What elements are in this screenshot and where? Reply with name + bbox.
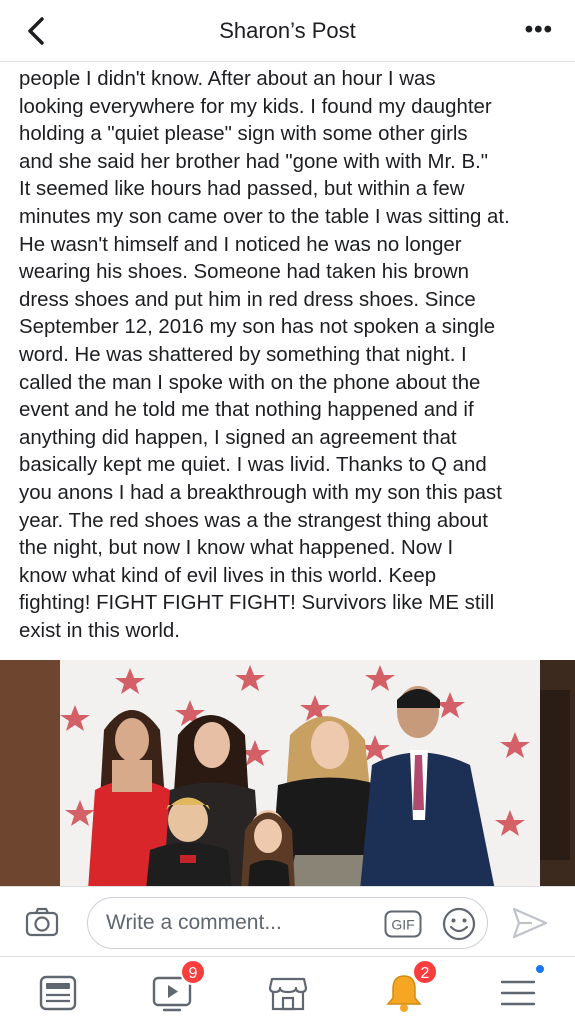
gif-icon[interactable]: GIF	[384, 910, 422, 938]
post-line: fighting! FIGHT FIGHT FIGHT! Survivors l…	[19, 592, 495, 615]
post-line: event and he told me that nothing happen…	[19, 399, 474, 422]
comment-composer: Write a comment... GIF	[0, 886, 575, 956]
post-line: word. He was shattered by something that…	[19, 343, 467, 366]
notifications-badge: 2	[412, 959, 438, 985]
sticker-smile-icon[interactable]	[441, 906, 477, 942]
post-line: and she said her brother had "gone with …	[19, 150, 488, 173]
tab-watch[interactable]: 9	[150, 959, 206, 1015]
marketplace-icon	[268, 977, 308, 1011]
tab-news-feed[interactable]	[36, 971, 80, 1015]
tab-menu[interactable]	[496, 963, 546, 1015]
more-options-icon[interactable]: •••	[525, 18, 553, 42]
page-title: Sharon’s Post	[219, 18, 356, 43]
bottom-tab-bar: 9 2	[0, 956, 575, 1024]
comment-placeholder: Write a comment...	[106, 911, 282, 934]
post-line: He wasn't himself and I noticed he was n…	[19, 233, 462, 256]
post-photo[interactable]	[0, 660, 575, 890]
post-line: people I didn't know. After about an hou…	[19, 68, 436, 90]
hamburger-menu-icon	[500, 980, 536, 1006]
post-line: the night, but now I know what happened.…	[19, 537, 454, 560]
post-line: anything did happen, I signed an agreeme…	[19, 426, 457, 449]
post-line: you anons I had a breakthrough with my s…	[19, 481, 502, 504]
video-badge: 9	[180, 959, 206, 985]
post-line: called the man I spoke with on the phone…	[19, 371, 481, 394]
tab-marketplace[interactable]	[266, 971, 310, 1015]
comment-input[interactable]: Write a comment... GIF	[87, 897, 488, 949]
post-line: holding a "quiet please" sign with some …	[19, 123, 468, 146]
post-line: dress shoes and put him in red dress sho…	[19, 288, 476, 311]
post-line: looking everywhere for my kids. I found …	[19, 95, 492, 118]
news-feed-icon	[39, 975, 77, 1011]
gif-label: GIF	[391, 917, 414, 933]
camera-icon[interactable]	[24, 904, 60, 940]
post-body: people I didn't know. After about an hou…	[19, 40, 564, 645]
post-line: exist in this world.	[19, 619, 180, 642]
post-line: It seemed like hours had passed, but wit…	[19, 178, 465, 201]
send-icon[interactable]	[510, 905, 550, 941]
top-bar: Sharon’s Post •••	[0, 0, 575, 62]
post-line: know what kind of evil lives in this wor…	[19, 564, 437, 587]
event-photo-image	[0, 660, 575, 890]
post-line: wearing his shoes. Someone had taken his…	[19, 261, 469, 284]
post-line: September 12, 2016 my son has not spoken…	[19, 316, 496, 339]
tab-notifications[interactable]: 2	[382, 959, 438, 1015]
post-line: basically kept me quiet. I was livid. Th…	[19, 454, 487, 477]
post-line: minutes my son came over to the table I …	[19, 205, 510, 228]
menu-indicator-dot	[534, 963, 546, 975]
post-line: year. The red shoes was a the strangest …	[19, 509, 488, 532]
